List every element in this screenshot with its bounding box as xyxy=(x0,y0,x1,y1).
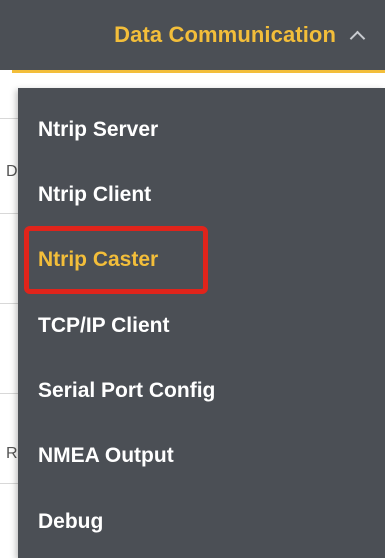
data-communication-label: Data Communication xyxy=(114,22,336,47)
menu-item-ntrip-server[interactable]: Ntrip Server xyxy=(18,106,385,154)
background-divider xyxy=(0,303,20,304)
menu-item-ntrip-client[interactable]: Ntrip Client xyxy=(18,171,385,219)
menu-item-label: Debug xyxy=(38,510,104,533)
background-partial-text: D xyxy=(6,163,18,180)
menu-item-tcp-ip-client[interactable]: TCP/IP Client xyxy=(18,302,385,350)
menu-item-debug[interactable]: Debug xyxy=(18,498,385,546)
menu-item-label: Ntrip Server xyxy=(38,118,159,141)
menu-item-label: NMEA Output xyxy=(38,444,174,467)
menu-item-label: Ntrip Client xyxy=(38,183,152,206)
background-divider xyxy=(0,118,20,119)
data-communication-dropdown: Ntrip Server Ntrip Client Ntrip Caster T… xyxy=(18,88,385,558)
chevron-up-icon xyxy=(349,30,366,46)
data-communication-menu-button[interactable]: Data Communication xyxy=(114,0,366,70)
background-divider xyxy=(0,393,20,394)
background-divider xyxy=(0,213,20,214)
background-partial-text: R xyxy=(6,445,18,462)
top-navbar: Data Communication xyxy=(0,0,385,70)
menu-item-label: Ntrip Caster xyxy=(38,248,159,271)
menu-item-label: TCP/IP Client xyxy=(38,314,170,337)
menu-item-label: Serial Port Config xyxy=(38,379,216,402)
menu-item-nmea-output[interactable]: NMEA Output xyxy=(18,432,385,480)
background-divider xyxy=(0,483,20,484)
menu-item-serial-port-config[interactable]: Serial Port Config xyxy=(18,367,385,415)
menu-item-ntrip-caster[interactable]: Ntrip Caster xyxy=(18,236,385,284)
